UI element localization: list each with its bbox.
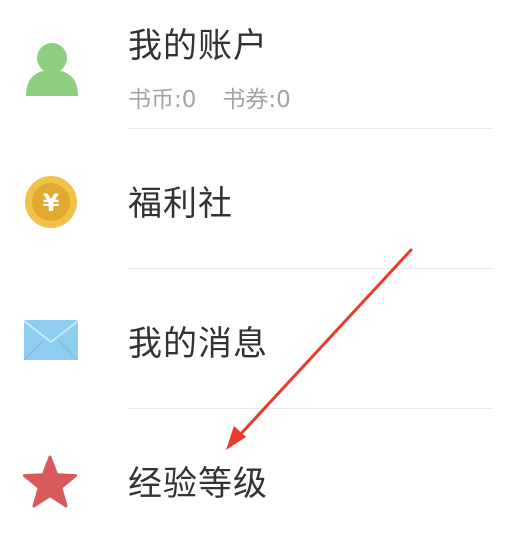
book-coins-label: 书币:0 xyxy=(128,87,197,113)
book-vouchers-label: 书券:0 xyxy=(222,87,291,113)
menu-item-my-account[interactable]: 我的账户 书币:0 书券:0 xyxy=(0,0,507,128)
my-account-title: 我的账户 xyxy=(128,26,268,66)
menu-item-my-messages[interactable]: 我的消息 xyxy=(0,269,507,408)
svg-text:¥: ¥ xyxy=(43,189,60,217)
experience-level-title: 经验等级 xyxy=(128,464,268,504)
account-balance: 书币:0 书券:0 xyxy=(128,80,291,114)
menu-item-experience-level[interactable]: 经验等级 xyxy=(0,409,507,535)
yen-coin-icon: ¥ xyxy=(25,176,77,228)
menu-item-welfare[interactable]: ¥ 福利社 xyxy=(0,129,507,268)
star-icon xyxy=(22,455,78,508)
my-messages-title: 我的消息 xyxy=(128,324,268,364)
user-avatar-icon xyxy=(26,43,78,96)
envelope-icon xyxy=(24,320,78,360)
welfare-title: 福利社 xyxy=(128,184,233,224)
